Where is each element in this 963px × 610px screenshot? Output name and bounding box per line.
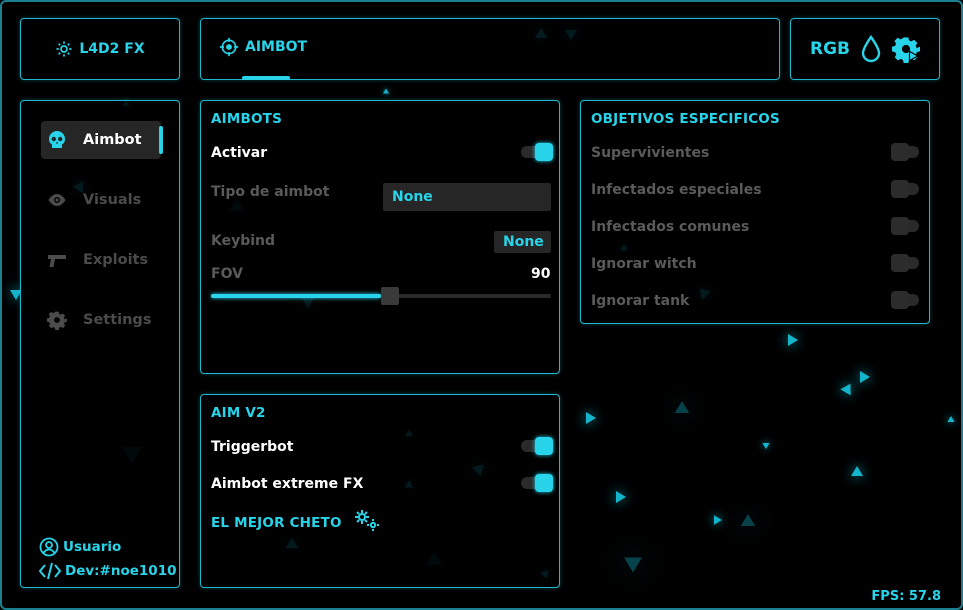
brand-panel: L4D2 FX xyxy=(20,18,180,80)
aimbot-extreme-toggle[interactable] xyxy=(521,474,553,492)
rgb-button[interactable]: RGB xyxy=(810,39,850,59)
supervivientes-label: Supervivientes xyxy=(591,145,710,161)
fov-slider-fill xyxy=(211,294,381,298)
water-drop-icon[interactable] xyxy=(860,35,882,63)
gears-icon xyxy=(354,509,380,531)
section-title: OBJETIVOS ESPECIFICOS xyxy=(591,111,780,127)
tab-bar: AIMBOT xyxy=(200,18,780,80)
tab-label: AIMBOT xyxy=(245,39,308,55)
sidebar-item-settings[interactable]: Settings xyxy=(41,301,161,339)
keybind-label: Keybind xyxy=(211,233,276,249)
code-icon xyxy=(39,561,61,581)
gear-icon xyxy=(55,40,73,58)
infectados-comunes-label: Infectados comunes xyxy=(591,219,750,235)
supervivientes-toggle[interactable] xyxy=(891,143,923,161)
aim-v2-panel: AIM V2 Triggerbot Aimbot extreme FX EL M… xyxy=(200,394,560,588)
crosshair-icon xyxy=(219,37,239,57)
fps-counter: FPS: 57.8 xyxy=(871,589,941,604)
section-title: AIM V2 xyxy=(211,405,266,421)
fov-slider[interactable] xyxy=(211,287,551,305)
activar-toggle[interactable] xyxy=(521,143,553,161)
objetivos-panel: OBJETIVOS ESPECIFICOS Supervivientes Inf… xyxy=(580,100,930,324)
ignorar-tank-label: Ignorar tank xyxy=(591,293,690,309)
rgb-panel: RGB xyxy=(790,18,940,80)
sidebar-item-label: Aimbot xyxy=(83,132,142,148)
sidebar-item-label: Exploits xyxy=(83,252,149,268)
footer-text: EL MEJOR CHETO xyxy=(211,515,342,531)
ignorar-witch-toggle[interactable] xyxy=(891,254,923,272)
sidebar-item-label: Visuals xyxy=(83,192,142,208)
skull-icon xyxy=(47,130,67,150)
app-title: L4D2 FX xyxy=(79,41,145,57)
infectados-comunes-toggle[interactable] xyxy=(891,217,923,235)
gun-icon xyxy=(47,250,67,270)
tipo-aimbot-label: Tipo de aimbot xyxy=(211,184,330,200)
fov-slider-thumb[interactable] xyxy=(381,287,399,305)
user-info: Usuario xyxy=(39,537,121,557)
sidebar: Aimbot Visuals Exploits Settings Usuario… xyxy=(20,100,180,588)
sidebar-item-visuals[interactable]: Visuals xyxy=(41,181,161,219)
fov-value: 90 xyxy=(531,266,551,282)
active-tab-indicator xyxy=(242,76,290,80)
gear-icon xyxy=(47,310,67,330)
triggerbot-label: Triggerbot xyxy=(211,439,294,455)
username: Usuario xyxy=(63,539,122,555)
tab-aimbot[interactable]: AIMBOT xyxy=(219,37,307,57)
sidebar-item-aimbot[interactable]: Aimbot xyxy=(41,121,163,159)
settings-gear-icon[interactable] xyxy=(892,35,920,63)
dev-tag: Dev:#noe1010 xyxy=(65,563,177,579)
activar-label: Activar xyxy=(211,145,268,161)
sidebar-item-exploits[interactable]: Exploits xyxy=(41,241,161,279)
fov-label: FOV xyxy=(211,266,243,282)
ignorar-witch-label: Ignorar witch xyxy=(591,256,697,272)
aimbots-panel: AIMBOTS Activar Tipo de aimbot None Keyb… xyxy=(200,100,560,374)
tipo-aimbot-select[interactable]: None xyxy=(383,183,551,211)
ignorar-tank-toggle[interactable] xyxy=(891,291,923,309)
eye-icon xyxy=(47,190,67,210)
triggerbot-toggle[interactable] xyxy=(521,437,553,455)
section-title: AIMBOTS xyxy=(211,111,283,127)
aimbot-extreme-label: Aimbot extreme FX xyxy=(211,476,364,492)
dev-info: Dev:#noe1010 xyxy=(39,561,177,581)
keybind-button[interactable]: None xyxy=(494,231,551,253)
user-icon xyxy=(39,537,59,557)
infectados-especiales-toggle[interactable] xyxy=(891,180,923,198)
sidebar-item-label: Settings xyxy=(83,312,152,328)
infectados-especiales-label: Infectados especiales xyxy=(591,182,762,198)
